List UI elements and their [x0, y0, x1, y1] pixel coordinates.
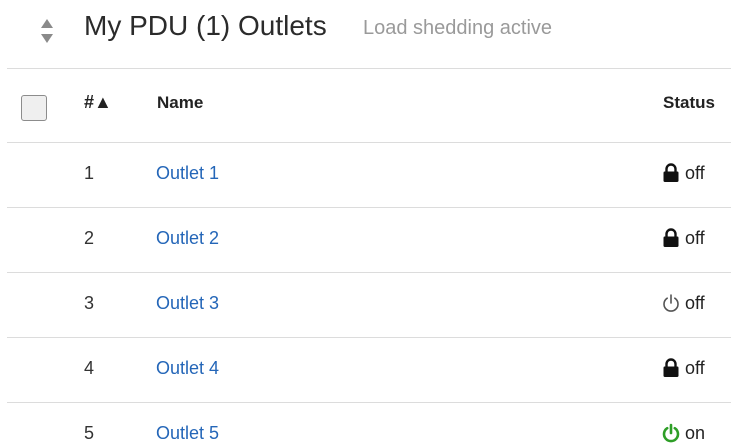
- outlet-name-link[interactable]: Outlet 3: [156, 293, 219, 314]
- table-row[interactable]: 4 Outlet 4 off: [7, 337, 731, 402]
- outlet-status: on: [662, 423, 705, 443]
- page-title: My PDU (1) Outlets: [84, 10, 327, 41]
- outlet-number: 4: [84, 358, 95, 378]
- outlet-name-link[interactable]: Outlet 5: [156, 423, 219, 444]
- outlet-status: off: [662, 293, 705, 313]
- lock-icon: [662, 358, 680, 378]
- column-header-number[interactable]: #▲: [84, 92, 112, 113]
- outlet-number: 5: [84, 423, 95, 443]
- outlet-name-link[interactable]: Outlet 4: [156, 358, 219, 379]
- panel-header: My PDU (1) Outlets Load shedding active: [0, 0, 731, 68]
- outlets-table: #▲ Name Status 1 Outlet 1 off 2 Outlet 2 off 3…: [7, 68, 731, 446]
- outlet-status-text: off: [685, 228, 705, 248]
- table-row[interactable]: 3 Outlet 3 off: [7, 272, 731, 337]
- table-row[interactable]: 1 Outlet 1 off: [7, 142, 731, 207]
- outlet-number: 3: [84, 293, 95, 313]
- outlets-panel: My PDU (1) Outlets Load shedding active …: [0, 0, 731, 447]
- table-header-row: #▲ Name Status: [7, 68, 731, 142]
- table-row[interactable]: 5 Outlet 5 on: [7, 402, 731, 446]
- outlet-status-text: off: [685, 358, 705, 378]
- outlet-status: off: [662, 163, 705, 183]
- outlet-name-link[interactable]: Outlet 2: [156, 228, 219, 249]
- sort-updown-icon[interactable]: [40, 16, 54, 46]
- column-header-name[interactable]: Name: [157, 93, 203, 113]
- outlet-status: off: [662, 358, 705, 378]
- lock-icon: [662, 228, 680, 248]
- power-icon: [662, 423, 680, 443]
- outlet-status-text: off: [685, 163, 705, 183]
- outlet-status-text: on: [685, 423, 706, 443]
- table-row[interactable]: 2 Outlet 2 off: [7, 207, 731, 272]
- outlet-number: 1: [84, 163, 95, 183]
- lock-icon: [662, 163, 680, 183]
- outlet-name-link[interactable]: Outlet 1: [156, 163, 219, 184]
- outlet-number: 2: [84, 228, 95, 248]
- load-shedding-status: Load shedding active: [363, 17, 553, 39]
- power-icon: [662, 293, 680, 313]
- outlet-status: off: [662, 228, 705, 248]
- column-header-status[interactable]: Status: [663, 93, 715, 113]
- select-all-checkbox[interactable]: [21, 95, 47, 121]
- outlet-status-text: off: [685, 293, 705, 313]
